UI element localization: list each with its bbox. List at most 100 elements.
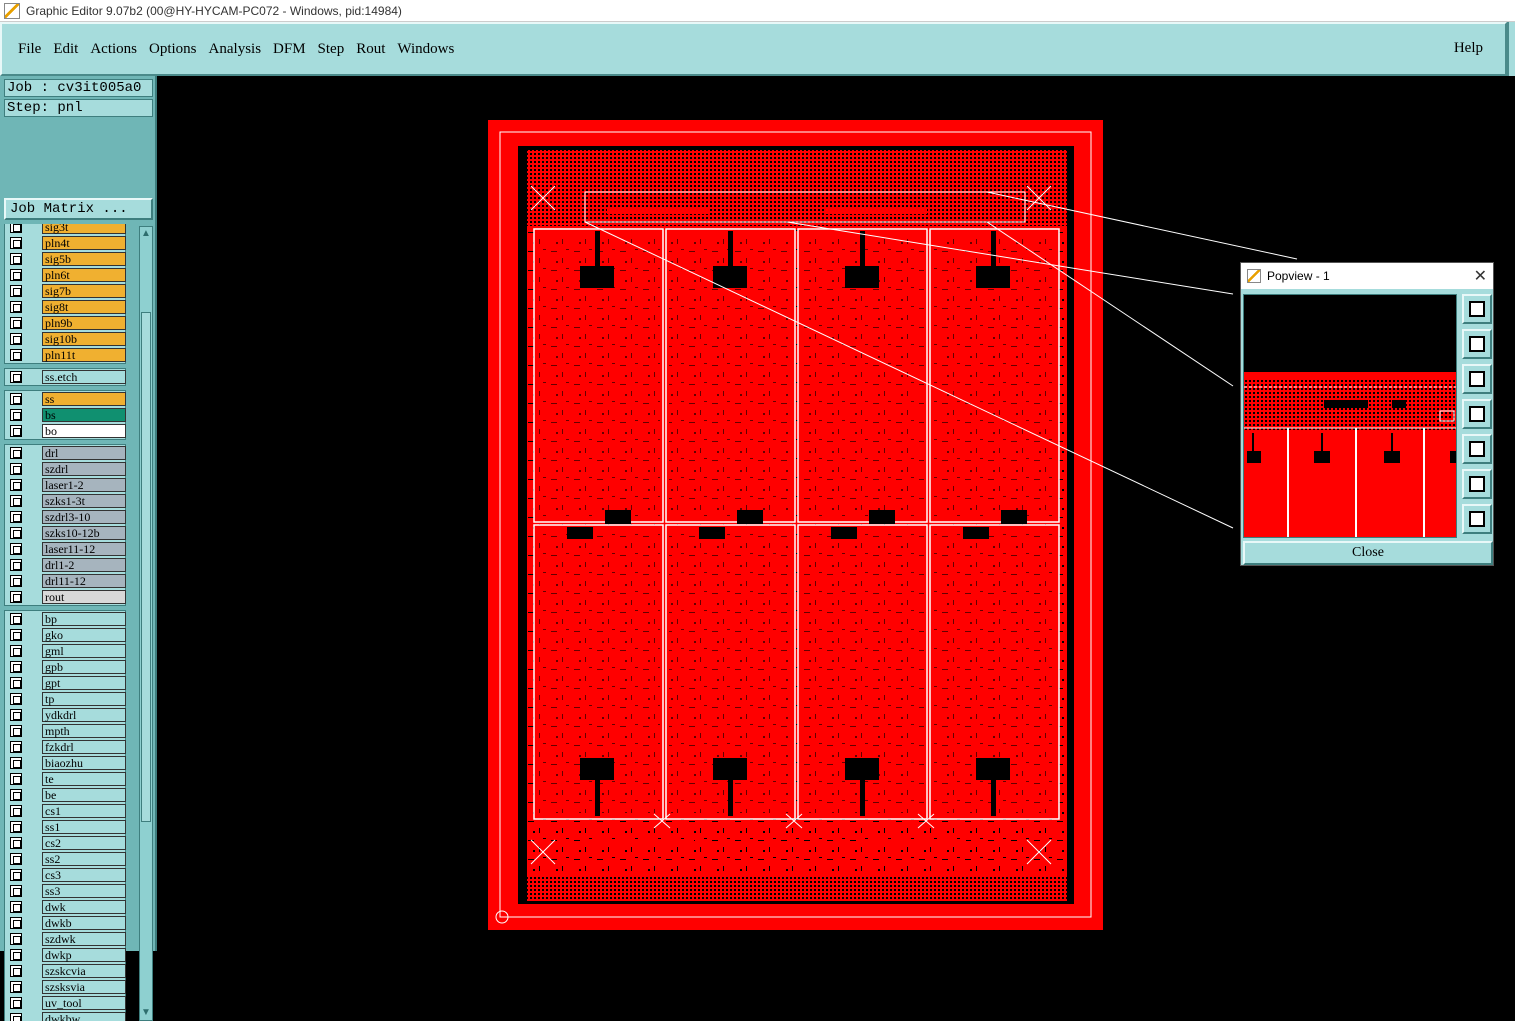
menu-dfm[interactable]: DFM — [273, 41, 306, 58]
layer-row-gpt[interactable]: gpt — [8, 675, 126, 691]
layer-row-szskcvia[interactable]: szskcvia — [8, 963, 126, 979]
layer-row-ss1[interactable]: ss1 — [8, 819, 126, 835]
layer-checkbox[interactable] — [10, 393, 22, 405]
layer-checkbox[interactable] — [10, 709, 22, 721]
layer-checkbox[interactable] — [10, 997, 22, 1009]
layer-checkbox[interactable] — [10, 253, 22, 265]
layer-checkbox[interactable] — [10, 933, 22, 945]
layer-checkbox[interactable] — [10, 757, 22, 769]
layer-row-szdrl3-10[interactable]: szdrl3-10 — [8, 509, 126, 525]
scroll-up-arrow-icon[interactable]: ▲ — [141, 228, 151, 240]
layer-label[interactable]: ss2 — [42, 852, 126, 866]
layer-row-sig7b[interactable]: sig7b — [8, 283, 126, 299]
layer-row-tp[interactable]: tp — [8, 691, 126, 707]
layer-label[interactable]: szskcvia — [42, 964, 126, 978]
layer-label[interactable]: uv_tool — [42, 996, 126, 1010]
menu-options[interactable]: Options — [149, 41, 197, 58]
layer-checkbox[interactable] — [10, 837, 22, 849]
menu-analysis[interactable]: Analysis — [209, 41, 262, 58]
layer-row-biaozhu[interactable]: biaozhu — [8, 755, 126, 771]
menu-help[interactable]: Help — [1454, 40, 1483, 57]
layer-label[interactable]: szdrl3-10 — [42, 510, 126, 524]
layer-label[interactable]: ss — [42, 392, 126, 406]
layer-checkbox[interactable] — [10, 527, 22, 539]
layer-row-gpb[interactable]: gpb — [8, 659, 126, 675]
layer-label[interactable]: bs — [42, 408, 126, 422]
pan-up-icon[interactable] — [1462, 329, 1492, 359]
layer-checkbox[interactable] — [10, 495, 22, 507]
layer-label[interactable]: pln11t — [42, 348, 126, 362]
layer-label[interactable]: sig8t — [42, 300, 126, 314]
layer-checkbox[interactable] — [10, 885, 22, 897]
layer-scrollbar[interactable]: ▲ ▼ — [139, 226, 153, 1021]
layer-checkbox[interactable] — [10, 613, 22, 625]
pan-right-icon[interactable] — [1462, 434, 1492, 464]
layer-row-ydkdrl[interactable]: ydkdrl — [8, 707, 126, 723]
layer-label[interactable]: cs2 — [42, 836, 126, 850]
layer-label[interactable]: bp — [42, 612, 126, 626]
layer-row-fzkdrl[interactable]: fzkdrl — [8, 739, 126, 755]
layer-row-drl11-12[interactable]: drl11-12 — [8, 573, 126, 589]
layer-checkbox[interactable] — [10, 591, 22, 603]
layer-label[interactable]: dwkp — [42, 948, 126, 962]
layer-row-pln6t[interactable]: pln6t — [8, 267, 126, 283]
layer-row-bs[interactable]: bs — [8, 407, 126, 423]
layer-checkbox[interactable] — [10, 559, 22, 571]
layer-checkbox[interactable] — [10, 693, 22, 705]
layer-row-pln4t[interactable]: pln4t — [8, 235, 126, 251]
layer-checkbox[interactable] — [10, 371, 22, 383]
layer-row-szdwk[interactable]: szdwk — [8, 931, 126, 947]
layer-row-pln11t[interactable]: pln11t — [8, 347, 126, 363]
layer-row-rout[interactable]: rout — [8, 589, 126, 605]
layer-label[interactable]: sig10b — [42, 332, 126, 346]
layer-row-ss3[interactable]: ss3 — [8, 883, 126, 899]
popview-viewport[interactable] — [1243, 294, 1457, 538]
job-matrix-button[interactable]: Job Matrix ... — [4, 198, 153, 220]
layer-row-gko[interactable]: gko — [8, 627, 126, 643]
layer-row-uv_tool[interactable]: uv_tool — [8, 995, 126, 1011]
layer-checkbox[interactable] — [10, 333, 22, 345]
layer-label[interactable]: ss1 — [42, 820, 126, 834]
layer-checkbox[interactable] — [10, 463, 22, 475]
layer-row-szks10-12b[interactable]: szks10-12b — [8, 525, 126, 541]
layer-label[interactable]: laser1-2 — [42, 478, 126, 492]
layer-checkbox[interactable] — [10, 447, 22, 459]
layer-label[interactable]: laser11-12 — [42, 542, 126, 556]
layer-label[interactable]: cs1 — [42, 804, 126, 818]
layer-row-ss.etch[interactable]: ss.etch — [8, 369, 126, 385]
layer-row-cs1[interactable]: cs1 — [8, 803, 126, 819]
layer-label[interactable]: sig3t — [42, 224, 126, 234]
layer-label[interactable]: szsksvia — [42, 980, 126, 994]
layer-checkbox[interactable] — [10, 349, 22, 361]
layer-row-sig10b[interactable]: sig10b — [8, 331, 126, 347]
layer-row-cs2[interactable]: cs2 — [8, 835, 126, 851]
layer-checkbox[interactable] — [10, 901, 22, 913]
layer-label[interactable]: gko — [42, 628, 126, 642]
layer-label[interactable]: ydkdrl — [42, 708, 126, 722]
layer-checkbox[interactable] — [10, 511, 22, 523]
layer-row-szsksvia[interactable]: szsksvia — [8, 979, 126, 995]
layer-label[interactable]: bo — [42, 424, 126, 438]
layer-row-dwkp[interactable]: dwkp — [8, 947, 126, 963]
layer-label[interactable]: szdwk — [42, 932, 126, 946]
layer-checkbox[interactable] — [10, 869, 22, 881]
layer-checkbox[interactable] — [10, 853, 22, 865]
layer-checkbox[interactable] — [10, 741, 22, 753]
layer-checkbox[interactable] — [10, 285, 22, 297]
layer-checkbox[interactable] — [10, 409, 22, 421]
layer-row-dwkb[interactable]: dwkb — [8, 915, 126, 931]
layer-row-drl1-2[interactable]: drl1-2 — [8, 557, 126, 573]
layer-row-sig5b[interactable]: sig5b — [8, 251, 126, 267]
layer-row-dwkbw[interactable]: dwkbw — [8, 1011, 126, 1021]
layer-row-pln9b[interactable]: pln9b — [8, 315, 126, 331]
layer-label[interactable]: fzkdrl — [42, 740, 126, 754]
layer-label[interactable]: pln4t — [42, 236, 126, 250]
layer-label[interactable]: ss.etch — [42, 370, 126, 384]
pan-left-icon[interactable] — [1462, 399, 1492, 429]
layer-label[interactable]: gpb — [42, 660, 126, 674]
zoom-center-icon[interactable] — [1462, 504, 1492, 534]
layer-label[interactable]: sig5b — [42, 252, 126, 266]
layer-label[interactable]: drl1-2 — [42, 558, 126, 572]
layer-checkbox[interactable] — [10, 317, 22, 329]
layer-row-sig8t[interactable]: sig8t — [8, 299, 126, 315]
